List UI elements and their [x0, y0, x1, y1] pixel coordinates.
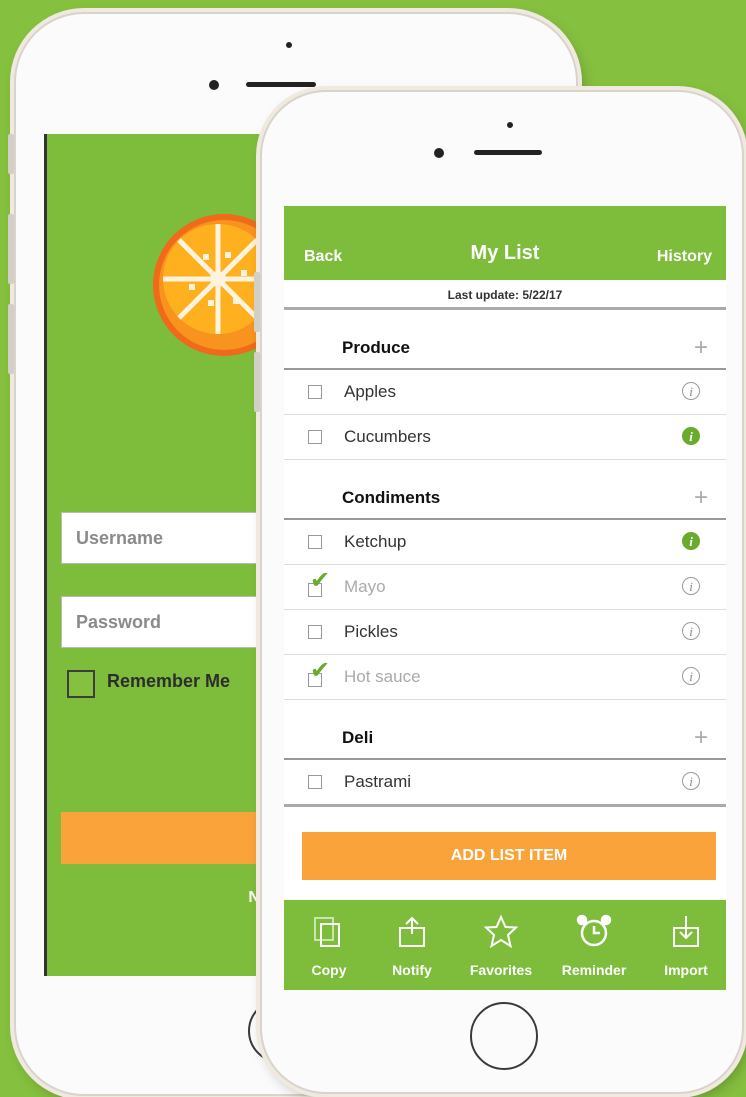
list-item[interactable]: ✔ Mayo i — [284, 565, 726, 610]
list-item[interactable]: Ketchup i — [284, 520, 726, 565]
item-name: Apples — [344, 382, 396, 401]
category-header: Condiments + — [284, 460, 726, 520]
proximity-sensor — [286, 42, 292, 48]
home-button — [470, 1002, 538, 1070]
earpiece-speaker — [246, 82, 316, 87]
bottom-toolbar: Copy Notify Favorites Reminder Import — [284, 900, 726, 990]
item-checkbox[interactable] — [308, 775, 322, 789]
item-checkbox[interactable] — [308, 385, 322, 399]
volume-down-button — [8, 304, 14, 374]
add-item-icon[interactable]: + — [694, 726, 708, 750]
info-icon[interactable]: i — [682, 427, 700, 445]
info-icon[interactable]: i — [682, 622, 700, 640]
item-name: Pastrami — [344, 772, 412, 791]
volume-up-button — [8, 214, 14, 284]
item-checkbox[interactable] — [308, 535, 322, 549]
list-item[interactable]: Cucumbers i — [284, 415, 726, 460]
mute-switch — [8, 134, 14, 174]
category-header: Deli + — [284, 700, 726, 760]
info-icon[interactable]: i — [682, 772, 700, 790]
info-icon[interactable]: i — [682, 532, 700, 550]
shopping-list[interactable]: Produce + Apples i Cucumbers i Condiments + Ketc… — [284, 310, 726, 806]
item-checkbox[interactable] — [308, 625, 322, 639]
volume-button — [254, 272, 260, 332]
list-item[interactable]: ✔ Hot sauce i — [284, 655, 726, 700]
nav-bar: Back My List History — [284, 206, 726, 280]
info-icon[interactable]: i — [682, 577, 700, 595]
volume-button — [254, 352, 260, 412]
checkmark-icon[interactable]: ✔ — [310, 659, 330, 683]
info-icon[interactable]: i — [682, 382, 700, 400]
item-name: Hot sauce — [344, 667, 421, 686]
remember-me-label: Remember Me — [107, 671, 231, 691]
category-header: Produce + — [284, 310, 726, 370]
front-camera — [209, 80, 219, 90]
category-name: Condiments — [342, 488, 441, 507]
category-name: Produce — [342, 338, 411, 357]
front-camera — [434, 148, 444, 158]
divider — [284, 804, 726, 807]
toolbar-label: Import — [664, 962, 708, 978]
item-name: Cucumbers — [344, 427, 431, 446]
item-name: Ketchup — [344, 532, 407, 551]
add-item-icon[interactable]: + — [694, 336, 708, 360]
list-item[interactable]: Pickles i — [284, 610, 726, 655]
remember-me-checkbox[interactable] — [67, 670, 95, 698]
item-name: Mayo — [344, 577, 386, 596]
toolbar-import-button[interactable]: Import — [646, 900, 726, 990]
toolbar-favorites-button[interactable]: Favorites — [456, 900, 546, 990]
list-item[interactable]: Apples i — [284, 370, 726, 415]
shopping-list-screen: Back My List History Last update: 5/22/1… — [284, 206, 726, 990]
item-name: Pickles — [344, 622, 398, 641]
checkmark-icon[interactable]: ✔ — [310, 569, 330, 593]
earpiece-speaker — [474, 150, 542, 155]
add-list-item-button[interactable]: ADD LIST ITEM — [302, 832, 716, 880]
history-button[interactable]: History — [657, 248, 712, 266]
info-icon[interactable]: i — [682, 667, 700, 685]
item-checkbox[interactable] — [308, 430, 322, 444]
toolbar-label: Copy — [311, 962, 347, 978]
toolbar-label: Reminder — [561, 962, 627, 978]
category-name: Deli — [342, 728, 374, 747]
toolbar-label: Favorites — [469, 962, 533, 978]
last-update-text: Last update: 5/22/17 — [284, 280, 726, 310]
list-item[interactable]: Pastrami i — [284, 760, 726, 805]
toolbar-notify-button[interactable]: Notify — [376, 900, 448, 990]
proximity-sensor — [507, 122, 513, 128]
toolbar-label: Notify — [392, 962, 432, 978]
add-item-icon[interactable]: + — [694, 486, 708, 510]
toolbar-copy-button[interactable]: Copy — [294, 900, 364, 990]
toolbar-reminder-button[interactable]: Reminder — [546, 900, 642, 990]
front-phone: Back My List History Last update: 5/22/1… — [254, 90, 744, 1094]
